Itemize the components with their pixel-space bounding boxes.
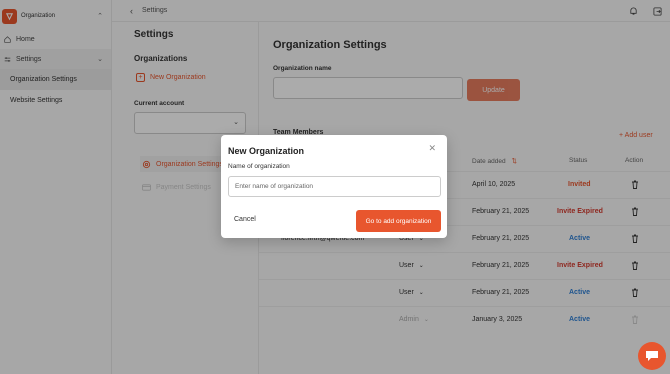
add-organization-button[interactable]: Go to add organization bbox=[356, 210, 441, 232]
close-icon[interactable]: ✕ bbox=[428, 143, 436, 154]
organization-name-input[interactable]: Enter name of organization bbox=[228, 176, 441, 197]
cancel-button[interactable]: Cancel bbox=[234, 216, 256, 223]
organization-name-label: Name of organization bbox=[228, 163, 290, 170]
new-organization-modal: New Organization ✕ Name of organization … bbox=[221, 135, 447, 238]
chat-bubble-icon bbox=[646, 351, 658, 361]
chat-button[interactable] bbox=[638, 342, 666, 370]
modal-title: New Organization bbox=[228, 146, 305, 156]
